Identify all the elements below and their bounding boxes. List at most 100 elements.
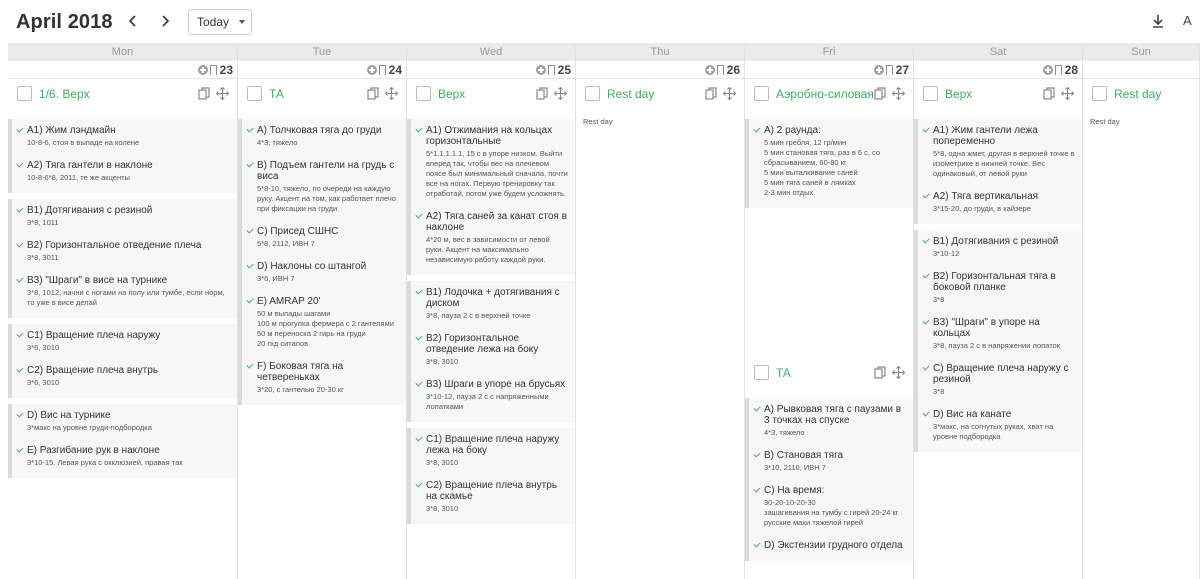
- rest-day-note: Rest day: [583, 117, 613, 126]
- exercise-item[interactable]: A1) Отжимания на кольцах горизонтальные 5…: [414, 125, 569, 199]
- workout-title[interactable]: 1/6. Верх: [39, 87, 90, 101]
- exercise-item[interactable]: D) Вис на турнике 3*макс на уровне груди-…: [15, 410, 231, 433]
- move-icon[interactable]: [554, 87, 567, 100]
- exercise-item[interactable]: D) Наклоны со штангой 3*6, ИВН 7: [245, 261, 400, 284]
- copy-icon[interactable]: [1043, 87, 1055, 100]
- exercise-item[interactable]: B3) "Шраги" в упоре на кольцах 3*8, пауза…: [921, 317, 1076, 351]
- bookmark-icon[interactable]: [209, 65, 217, 78]
- workout-title[interactable]: Верх: [438, 87, 465, 101]
- exercise-name: C) Присед СШНС: [257, 226, 339, 237]
- exercise-description: 3*8: [933, 387, 945, 396]
- check-icon: [922, 409, 930, 417]
- check-icon: [753, 485, 761, 493]
- workout-complete-checkbox[interactable]: [416, 86, 431, 101]
- add-workout-icon[interactable]: [367, 65, 377, 75]
- exercise-item[interactable]: C) Присед СШНС 5*8, 2112, ИВН 7: [245, 226, 400, 249]
- exercise-item[interactable]: B1) Дотягивания с резиной 3*10-12: [921, 236, 1076, 259]
- bookmark-icon[interactable]: [547, 65, 555, 78]
- exercise-item[interactable]: C1) Вращение плеча наружу лежа на боку 3*…: [414, 434, 569, 468]
- exercise-item[interactable]: B) Становая тяга 3*10, 2110, ИВН 7: [752, 450, 907, 473]
- bookmark-icon[interactable]: [1054, 65, 1062, 78]
- exercise-name: B2) Горизонтальное отведение лежа на бок…: [426, 333, 539, 355]
- workout-complete-checkbox[interactable]: [17, 86, 32, 101]
- copy-icon[interactable]: [367, 87, 379, 100]
- move-icon[interactable]: [385, 87, 398, 100]
- copy-icon[interactable]: [198, 87, 210, 100]
- workout-title[interactable]: Верх: [945, 87, 972, 101]
- check-icon: [415, 379, 423, 387]
- date-row: [1083, 61, 1199, 79]
- exercise-item[interactable]: A) 2 раунда: 5 мин гребля, 12 гр/мин 5 ми…: [752, 125, 907, 198]
- workout-title[interactable]: Rest day: [607, 87, 654, 101]
- bookmark-icon[interactable]: [378, 65, 386, 78]
- workout-title[interactable]: Rest day: [1114, 87, 1161, 101]
- exercise-block: D) Вис на турнике 3*макс на уровне груди-…: [8, 404, 237, 478]
- exercise-item[interactable]: B3) Шраги в упоре на брусьях 3*10-12, пау…: [414, 379, 569, 412]
- exercise-item[interactable]: F) Боковая тяга на четвереньках 3*20, с г…: [245, 361, 400, 395]
- exercise-item[interactable]: A1) Жим лэндмайн 10-8-6, стоя в выпаде на…: [15, 125, 231, 148]
- day-name: Fri: [745, 43, 913, 61]
- workout-title[interactable]: ТА: [776, 366, 791, 380]
- today-dropdown[interactable]: Today: [188, 9, 252, 35]
- copy-icon[interactable]: [874, 366, 886, 379]
- workout-complete-checkbox[interactable]: [585, 86, 600, 101]
- add-workout-icon[interactable]: [874, 65, 884, 75]
- exercise-item[interactable]: C2) Вращение плеча внутрь на скамье 3*8, …: [414, 480, 569, 514]
- exercise-item[interactable]: E) AMRAP 20' 50 м выпады шагами 100 м про…: [245, 296, 400, 349]
- exercise-item[interactable]: A) Рывковая тяга с паузами в 3 точках на…: [752, 404, 907, 438]
- add-workout-icon[interactable]: [1043, 65, 1053, 75]
- check-icon: [16, 205, 24, 213]
- move-icon[interactable]: [216, 87, 229, 100]
- exercise-item[interactable]: C2) Вращение плеча внутрь 3*6, 3010: [15, 365, 231, 388]
- exercise-item[interactable]: B2) Горизонтальная тяга в боковой планке…: [921, 271, 1076, 305]
- exercise-item[interactable]: C) Вращение плеча наружу с резиной 3*8: [921, 363, 1076, 397]
- exercise-item[interactable]: E) Разгибание рук в наклоне 3*10-15. Лева…: [15, 445, 231, 468]
- check-icon: [16, 445, 24, 453]
- exercise-item[interactable]: B2) Горизонтальное отведение лежа на бок…: [414, 333, 569, 367]
- workout-complete-checkbox[interactable]: [754, 365, 769, 380]
- exercise-item[interactable]: D) Экстензии грудного отдела: [752, 540, 907, 551]
- exercise-item[interactable]: B) Подъем гантели на грудь с виса 5*8-10,…: [245, 160, 400, 214]
- add-workout-icon[interactable]: [198, 65, 208, 75]
- prev-month-button[interactable]: [124, 12, 142, 30]
- font-size-button[interactable]: A: [1183, 13, 1192, 28]
- bookmark-icon[interactable]: [716, 65, 724, 78]
- exercise-item[interactable]: A) Толчковая тяга до груди 4*3, тяжело: [245, 125, 400, 148]
- exercise-item[interactable]: C1) Вращение плеча наружу 3*6, 3010: [15, 330, 231, 353]
- copy-icon[interactable]: [536, 87, 548, 100]
- exercise-item[interactable]: C) На время: 30-20-10-20-30 зашагивания н…: [752, 485, 907, 528]
- bookmark-icon[interactable]: [885, 65, 893, 78]
- exercise-block: A) Рывковая тяга с паузами в 3 точках на…: [745, 398, 913, 561]
- check-icon: [16, 275, 24, 283]
- exercise-item[interactable]: B3) "Шраги" в висе на турнике 3*8, 1012, …: [15, 275, 231, 308]
- add-workout-icon[interactable]: [705, 65, 715, 75]
- workout-complete-checkbox[interactable]: [754, 86, 769, 101]
- move-icon[interactable]: [892, 87, 905, 100]
- workout-complete-checkbox[interactable]: [247, 86, 262, 101]
- day-column-fri: Fri 27 Аэробно-силовая A) 2 раунда: 5 мин гр…: [745, 43, 914, 579]
- workout-complete-checkbox[interactable]: [1092, 86, 1107, 101]
- exercise-item[interactable]: D) Вис на канате 3*макс, на согнутых рука…: [921, 409, 1076, 442]
- download-icon[interactable]: [1150, 13, 1166, 29]
- exercise-blocks: A) 2 раунда: 5 мин гребля, 12 гр/мин 5 ми…: [745, 119, 913, 214]
- exercise-item[interactable]: B1) Лодочка + дотягивания с диском 3*8, п…: [414, 287, 569, 321]
- move-icon[interactable]: [1061, 87, 1074, 100]
- exercise-description: 3*15-20, до груди, в кайзере: [933, 204, 1031, 213]
- day-column-sat: Sat 28 Верх A1) Жим гантели лежа попеременн…: [914, 43, 1083, 579]
- workout-complete-checkbox[interactable]: [923, 86, 938, 101]
- move-icon[interactable]: [892, 366, 905, 379]
- exercise-item[interactable]: A2) Тяга вертикальная 3*15-20, до груди, …: [921, 191, 1076, 214]
- exercise-name: A) Толчковая тяга до груди: [257, 125, 382, 136]
- workout-title[interactable]: Аэробно-силовая: [776, 87, 874, 101]
- exercise-item[interactable]: B2) Горизонтальное отведение плеча 3*8, 3…: [15, 240, 231, 263]
- add-workout-icon[interactable]: [536, 65, 546, 75]
- workout-title[interactable]: ТА: [269, 87, 284, 101]
- copy-icon[interactable]: [705, 87, 717, 100]
- exercise-item[interactable]: A2) Тяга гантели в наклоне 10-8-6*8, 2011…: [15, 160, 231, 183]
- exercise-item[interactable]: B1) Дотягивания с резиной 3*8, 1011: [15, 205, 231, 228]
- move-icon[interactable]: [723, 87, 736, 100]
- next-month-button[interactable]: [156, 12, 174, 30]
- copy-icon[interactable]: [874, 87, 886, 100]
- exercise-item[interactable]: A2) Тяга саней за канат стоя в наклоне 4*…: [414, 211, 569, 265]
- exercise-item[interactable]: A1) Жим гантели лежа попеременно 5*8, одн…: [921, 125, 1076, 179]
